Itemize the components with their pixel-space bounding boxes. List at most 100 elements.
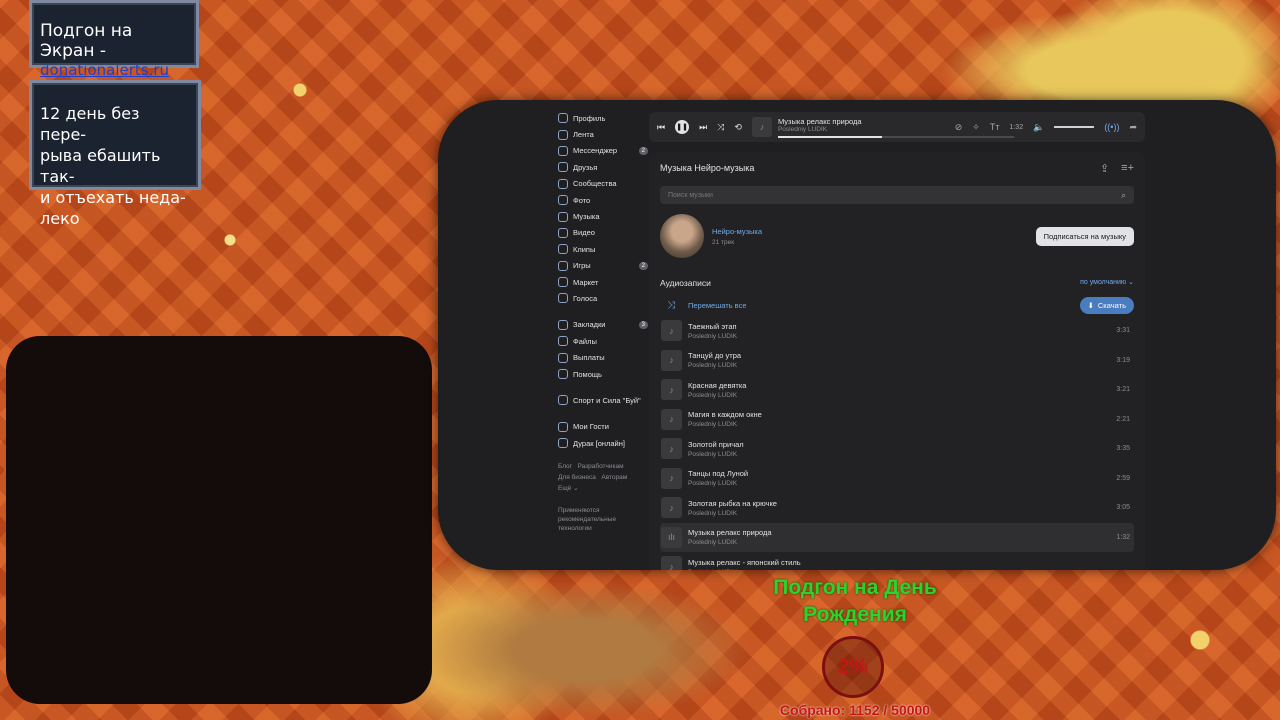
- previous-icon[interactable]: ⏮: [657, 122, 665, 133]
- progress-bar[interactable]: [777, 135, 1014, 138]
- track-row[interactable]: ♪ Золотая рыбка на крючке Posledniy LUDIK 3…: [660, 493, 1134, 523]
- sidebar-item-label: Сообщества: [573, 179, 617, 189]
- music-note-icon[interactable]: ♪: [661, 467, 682, 489]
- broadcast-icon[interactable]: ((•)): [1104, 122, 1119, 132]
- track-artist[interactable]: Posledniy LUDIK: [688, 539, 772, 546]
- music-note-icon[interactable]: ♪: [661, 438, 682, 460]
- sparkle-icon[interactable]: ✧: [972, 122, 980, 133]
- track-artist[interactable]: Posledniy LUDIK: [688, 392, 746, 399]
- artist-avatar[interactable]: [660, 214, 704, 258]
- nav-icon: [558, 438, 568, 449]
- track-info: Красная девятка Posledniy LUDIK: [688, 381, 746, 399]
- music-note-icon[interactable]: ♪: [661, 320, 682, 342]
- audio-section-header: Аудиозаписи по умолчанию ⌄: [660, 278, 1134, 288]
- footer-link[interactable]: Для бизнеса: [558, 474, 596, 481]
- sidebar-item-label: Друзья: [573, 162, 598, 172]
- sidebar-item[interactable]: Мои Гости: [558, 419, 648, 435]
- track-row[interactable]: ♪ Красная девятка Posledniy LUDIK 3:21: [660, 375, 1134, 405]
- track-artist[interactable]: Posledniy LUDIK: [688, 569, 801, 570]
- sidebar-item[interactable]: Голоса: [558, 290, 648, 306]
- music-note-icon[interactable]: ♪: [661, 497, 682, 519]
- footer-link[interactable]: Ещё ⌄: [558, 485, 579, 492]
- sidebar-item[interactable]: Фото: [558, 192, 648, 208]
- track-row[interactable]: ♪ Танцуй до утра Posledniy LUDIK 3:19: [660, 346, 1134, 376]
- sidebar-item[interactable]: Игры 2: [558, 258, 648, 274]
- nav-icon: [558, 293, 568, 304]
- footer-link[interactable]: Разработчикам: [577, 463, 623, 470]
- music-note-icon[interactable]: ♪: [661, 379, 682, 401]
- sidebar-item[interactable]: Файлы: [558, 333, 648, 349]
- audio-player: ⏮ ❚❚ ⏭ ⤨ ⟲ ♪ Музыка релакс природа Posle…: [649, 112, 1145, 142]
- sort-dropdown[interactable]: по умолчанию ⌄: [1080, 278, 1134, 288]
- volume-slider[interactable]: [1054, 126, 1095, 128]
- status-line: 12 день без пере-: [40, 104, 140, 144]
- next-icon[interactable]: ⏭: [699, 122, 707, 133]
- artist-name[interactable]: Нейро-музыка: [712, 227, 762, 236]
- track-duration: 2:21: [1116, 415, 1130, 423]
- search-icon[interactable]: ⌕: [1121, 190, 1126, 201]
- sidebar-item-label: Спорт и Сила "Буй": [573, 395, 641, 405]
- footer-link[interactable]: Авторам: [601, 474, 627, 481]
- track-duration: 3:21: [1116, 386, 1130, 394]
- track-row[interactable]: ılı Музыка релакс природа Posledniy LUDIK 1…: [660, 522, 1134, 552]
- music-note-icon[interactable]: ♪: [661, 556, 682, 570]
- track-artist[interactable]: Posledniy LUDIK: [688, 362, 741, 369]
- track-title: Музыка релакс природа: [688, 528, 772, 538]
- track-info: Музыка релакс - японский стиль Posledniy …: [688, 558, 801, 570]
- now-playing-title[interactable]: Музыка релакс природа: [778, 117, 938, 126]
- sidebar-item[interactable]: Мессенджер 2: [558, 143, 648, 159]
- track-row[interactable]: ♪ Музыка релакс - японский стиль Posledniy…: [660, 552, 1134, 570]
- pause-button[interactable]: ❚❚: [675, 120, 690, 134]
- download-button[interactable]: ⬇ Скачать: [1079, 296, 1134, 314]
- track-artist[interactable]: Posledniy LUDIK: [688, 451, 744, 458]
- shuffle-icon[interactable]: ⤨: [717, 122, 724, 133]
- add-playlist-icon[interactable]: ≡+: [1121, 162, 1134, 175]
- footer-link[interactable]: Блог: [558, 463, 572, 470]
- download-icon: ⬇: [1087, 300, 1094, 310]
- track-artist[interactable]: Posledniy LUDIK: [688, 421, 762, 428]
- sidebar-item[interactable]: Выплаты: [558, 349, 648, 365]
- share-icon[interactable]: ➦: [1129, 122, 1137, 133]
- track-row[interactable]: ♪ Таежный этап Posledniy LUDIK 3:31: [660, 316, 1134, 346]
- playing-icon[interactable]: ılı: [661, 526, 682, 548]
- track-artist[interactable]: Posledniy LUDIK: [688, 480, 748, 487]
- track-info: Таежный этап Posledniy LUDIK: [688, 322, 737, 340]
- sidebar-item-label: Мессенджер: [573, 146, 618, 156]
- music-note-icon[interactable]: ♪: [661, 349, 682, 371]
- track-artist[interactable]: Posledniy LUDIK: [688, 333, 737, 340]
- music-note-icon[interactable]: ♪: [661, 408, 682, 430]
- dislike-icon[interactable]: ⊘: [955, 122, 963, 133]
- sidebar-item[interactable]: Закладки 3: [558, 317, 648, 333]
- sidebar-item[interactable]: Музыка: [558, 208, 648, 224]
- subscribe-button[interactable]: Подписаться на музыку: [1035, 226, 1134, 246]
- sidebar-item[interactable]: Сообщества: [558, 176, 648, 192]
- track-row[interactable]: ♪ Золотой причал Posledniy LUDIK 3:35: [660, 434, 1134, 464]
- volume-icon[interactable]: 🔈: [1033, 122, 1044, 133]
- sidebar-item[interactable]: Видео: [558, 225, 648, 241]
- sidebar-item[interactable]: Друзья: [558, 159, 648, 175]
- now-playing-artist[interactable]: Posledniy LUDIK: [778, 126, 938, 133]
- sidebar-item[interactable]: Дурак [онлайн]: [558, 435, 648, 451]
- sidebar-item[interactable]: Маркет: [558, 274, 648, 290]
- artist-track-count: 21 трек: [712, 238, 735, 246]
- sidebar-item[interactable]: Помощь: [558, 366, 648, 382]
- lyrics-icon[interactable]: Tт: [990, 122, 1000, 132]
- sidebar-item[interactable]: Клипы: [558, 241, 648, 257]
- track-row[interactable]: ♪ Танцы под Луной Posledniy LUDIK 2:59: [660, 464, 1134, 494]
- track-row[interactable]: ♪ Магия в каждом окне Posledniy LUDIK 2:21: [660, 405, 1134, 435]
- nav-icon: [558, 227, 568, 238]
- nav-icon: [558, 352, 568, 363]
- music-page: Музыка Нейро-музыка ⇪ ≡+ Поиск музыки ⌕ …: [649, 152, 1145, 570]
- shuffle-all-icon: ⤨: [667, 299, 675, 311]
- upload-icon[interactable]: ⇪: [1100, 162, 1109, 175]
- elapsed-time: 1:32: [1009, 123, 1024, 131]
- sidebar-item[interactable]: Лента: [558, 126, 648, 142]
- search-input[interactable]: Поиск музыки ⌕: [660, 186, 1134, 204]
- repeat-icon[interactable]: ⟲: [734, 122, 742, 133]
- nav-icon: [558, 395, 568, 406]
- shuffle-all-row[interactable]: ⤨ Перемешать все ⬇ Скачать: [660, 294, 1134, 316]
- track-artist[interactable]: Posledniy LUDIK: [688, 510, 777, 517]
- sidebar-item[interactable]: Профиль: [558, 110, 648, 126]
- donation-link[interactable]: donationalerts.ru: [40, 61, 188, 79]
- sidebar-item[interactable]: Спорт и Сила "Буй": [558, 392, 648, 408]
